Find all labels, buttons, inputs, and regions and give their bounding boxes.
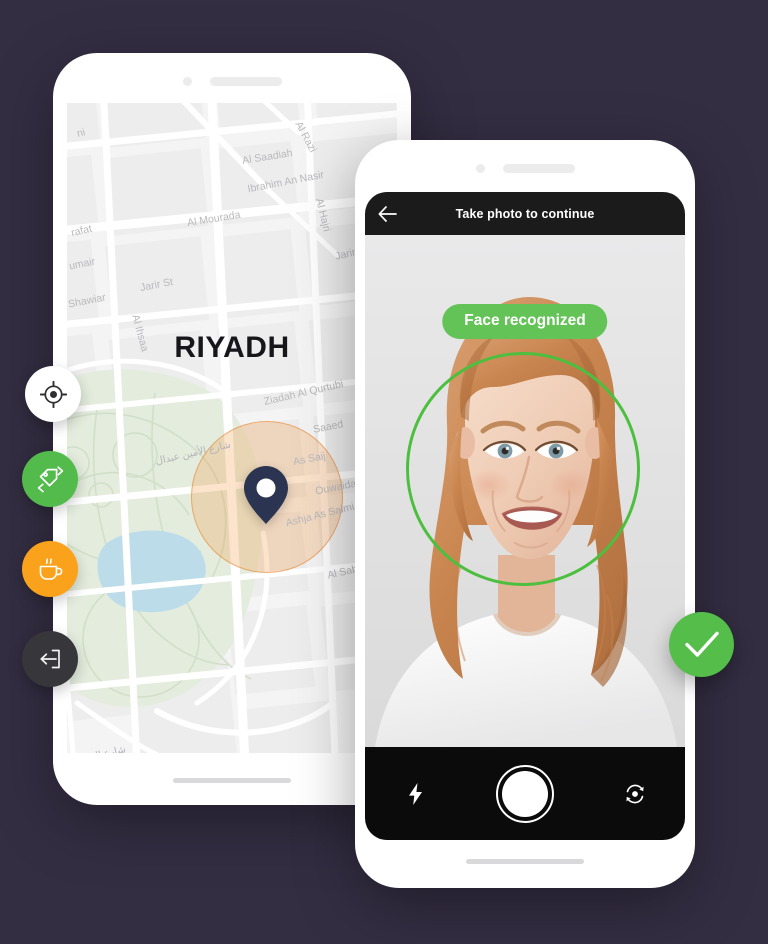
- flip-camera-button[interactable]: [615, 774, 655, 814]
- city-label: RIYADH: [174, 331, 290, 364]
- phone-notch-cam: [355, 164, 695, 173]
- logout-button[interactable]: [22, 631, 78, 687]
- home-indicator-map: [173, 778, 291, 783]
- home-indicator-cam: [466, 859, 584, 864]
- shutter-circle-icon: [501, 770, 548, 817]
- camera-controls: [365, 747, 685, 840]
- tag-exchange-icon: [37, 465, 63, 492]
- success-check-badge[interactable]: [669, 612, 734, 677]
- earpiece-speaker: [502, 164, 575, 173]
- location-pin[interactable]: [243, 465, 289, 525]
- gps-crosshair-icon: [39, 380, 67, 408]
- camera-viewport[interactable]: Face recognized: [365, 235, 685, 747]
- coffee-break-button[interactable]: [22, 541, 78, 597]
- front-camera-dot: [475, 164, 485, 173]
- face-detection-ring: [406, 352, 640, 586]
- exchange-tag-button[interactable]: [22, 451, 78, 507]
- scene-root: RIYADH Al Razi Al Saadiah Ibrahim An Nasir…: [0, 0, 768, 944]
- camera-rotate-icon: [626, 784, 644, 803]
- phone-notch-map: [53, 77, 411, 86]
- shutter-button[interactable]: [495, 764, 554, 823]
- map-screen[interactable]: RIYADH Al Razi Al Saadiah Ibrahim An Nasir…: [67, 103, 397, 753]
- camera-phone: Take photo to continue Face recognized: [355, 140, 695, 888]
- check-icon: [684, 631, 719, 657]
- camera-title: Take photo to continue: [455, 206, 595, 221]
- flash-bolt-icon: [408, 782, 422, 805]
- status-pill: Face recognized: [442, 304, 608, 339]
- camera-header: Take photo to continue: [365, 192, 685, 235]
- front-camera-dot: [182, 77, 192, 86]
- flash-button[interactable]: [395, 774, 435, 814]
- earpiece-speaker: [209, 77, 282, 86]
- logout-arrow-icon: [40, 649, 60, 669]
- locate-me-button[interactable]: [25, 366, 81, 422]
- map-canvas: [67, 103, 397, 753]
- camera-screen: Take photo to continue Face recognized: [365, 192, 685, 840]
- coffee-cup-icon: [39, 558, 63, 580]
